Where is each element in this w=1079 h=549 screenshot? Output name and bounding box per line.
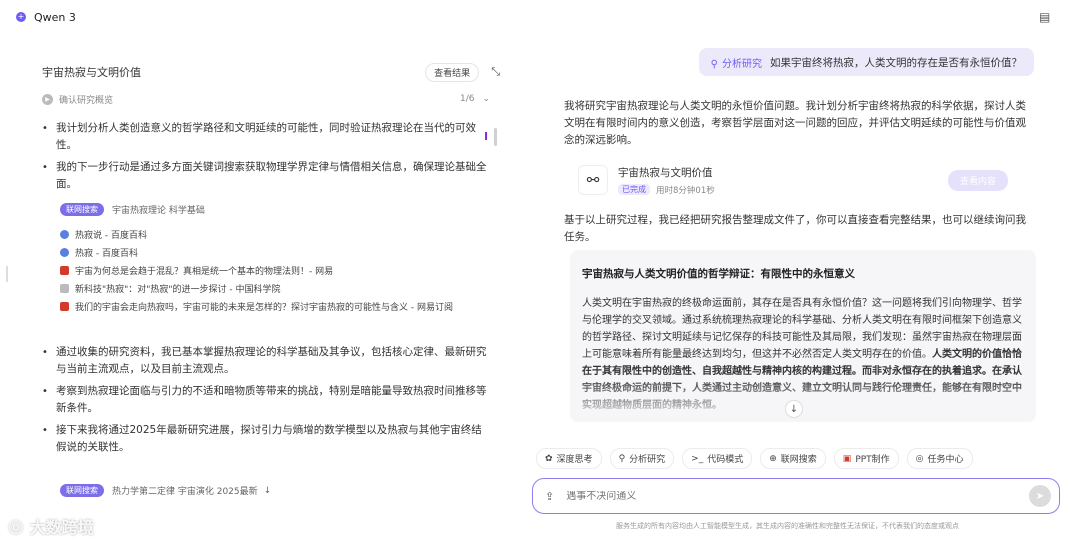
- view-result-button[interactable]: 查看结果: [425, 62, 480, 82]
- collapse-icon[interactable]: ⤡: [491, 65, 500, 79]
- view-content-button[interactable]: 查看内容: [947, 169, 1008, 191]
- chevron-down-icon[interactable]: ⌄: [482, 94, 490, 104]
- list-item: • 接下来我将通过2025年最新研究进展，探讨引力与熵增的数学模型以及热寂与其他宇…: [42, 424, 482, 453]
- research-title: 宇宙热寂与文明价值: [42, 66, 141, 79]
- slides-icon: ▣: [842, 453, 852, 464]
- list-item: • 通过收集的研究资料，我已基本掌握热寂理论的科学基础及其争议，包括核心定律、最新…: [42, 346, 487, 375]
- document-icon[interactable]: ▤: [1039, 10, 1053, 24]
- search-query: 热力学第二定律 宇宙演化 2025最新: [112, 487, 258, 497]
- terminal-icon: >_: [691, 453, 704, 464]
- research-mode-tag: ⚲ 分析研究: [710, 58, 762, 70]
- report-preview-title: 宇宙热寂与人类文明价值的哲学辩证：有限性中的永恒意义: [582, 268, 855, 280]
- plan-list: • 我计划分析人类创造意义的哲学路径和文明延续的可能性，同时验证热寂理论在当代的可…: [42, 120, 492, 198]
- list-item: • 我计划分析人类创造意义的哲学路径和文明延续的可能性，同时验证热寂理论在当代的可…: [42, 122, 476, 151]
- report-preview: 宇宙热寂与人类文明价值的哲学辩证：有限性中的永恒意义 人类文明在宇宙热寂的终极命…: [570, 250, 1036, 422]
- scrollbar[interactable]: [494, 128, 497, 146]
- assistant-message: 我将研究宇宙热寂理论与人类文明的永恒价值问题。我计划分析宇宙终将热寂的科学依据，…: [564, 100, 1026, 146]
- list-item: • 我的下一步行动是通过多方面关键词搜索获取物理学界定律与情借相关信息，确保理论基…: [42, 161, 487, 190]
- research-icon: ⚲: [618, 453, 626, 464]
- chat-input-box: ⇪ ➤: [532, 478, 1060, 514]
- findings-list: • 通过收集的研究资料，我已基本掌握热寂理论的科学基础及其争议，包括核心定律、最新…: [42, 344, 492, 461]
- chat-panel: ⚲ 分析研究 如果宇宙终将热寂，人类文明的存在是否有永恒价值？ 我将研究宇宙热寂理…: [530, 34, 1079, 549]
- source-link[interactable]: 宇宙为何总是会趋于混乱？真相是统一个基本的物理法则！- 网易: [60, 262, 480, 278]
- report-card-text: 宇宙热寂与文明价值 已完成 用时8分钟01秒: [618, 165, 948, 196]
- web-search-tag: 联网搜索: [60, 202, 104, 216]
- research-panel: 宇宙热寂与文明价值 查看结果 ⤡ ▶ 确认研究概览 1/6 ⌄ • 我计划分析人类…: [14, 44, 514, 549]
- send-button[interactable]: ➤: [1029, 485, 1051, 507]
- search-tag-row: 联网搜索 宇宙热寂理论 科学基础: [60, 202, 480, 216]
- upload-icon[interactable]: ⇪: [545, 490, 554, 503]
- source-link[interactable]: 热寂 - 百度百科: [60, 244, 480, 260]
- user-message: ⚲ 分析研究 如果宇宙终将热寂，人类文明的存在是否有永恒价值？: [698, 48, 1034, 76]
- chip-research[interactable]: ⚲ 分析研究: [609, 448, 675, 469]
- chip-ppt[interactable]: ▣ PPT制作: [833, 448, 899, 469]
- list-item: • 考察到热寂理论面临与引力的不适和暗物质等带来的挑战，特别是暗能量导致热寂时间推…: [42, 385, 487, 414]
- source-list: 热寂说 - 百度百科 热寂 - 百度百科 宇宙为何总是会趋于混乱？真相是统一个基…: [60, 226, 480, 314]
- pin-icon: [60, 301, 69, 311]
- scroll-down-button[interactable]: ↓: [785, 400, 803, 418]
- report-card[interactable]: ⚯ 宇宙热寂与文明价值 已完成 用时8分钟01秒 查看内容: [578, 160, 1008, 200]
- research-icon: ⚲: [710, 58, 718, 70]
- source-link[interactable]: 我们的宇宙会走向热寂吗，宇宙可能的未来是怎样的？探讨宇宙热寂的可能性与含义 - …: [60, 298, 480, 314]
- source-link[interactable]: 热寂说 - 百度百科: [60, 226, 480, 242]
- user-message-text: 如果宇宙终将热寂，人类文明的存在是否有永恒价值？: [770, 56, 1022, 69]
- chip-web-search[interactable]: ⊕ 联网搜索: [760, 448, 826, 469]
- chat-input[interactable]: [566, 490, 1029, 502]
- app-name: Qwen 3: [34, 10, 76, 24]
- source-link[interactable]: 新科技"热寂"：对"热寂"的进一步探讨 - 中国科学院: [60, 280, 480, 296]
- web-search-block: 联网搜索 宇宙热寂理论 科学基础 热寂说 - 百度百科 热寂 - 百度百科 宇宙…: [60, 202, 480, 316]
- confirm-overview-row[interactable]: ▶ 确认研究概览 1/6 ⌄: [42, 91, 490, 107]
- assistant-followup: 基于以上研究过程，我已经把研究报告整理成文件了，你可以直接查看完整结果，也可以继…: [564, 214, 1026, 243]
- watermark-logo-icon: ◎: [8, 515, 24, 537]
- top-bar: + Qwen 3 ▤: [0, 0, 1079, 34]
- report-meta: 已完成 用时8分钟01秒: [618, 184, 948, 196]
- web-search-tag: 联网搜索: [60, 484, 104, 497]
- tool-chips: ✿ 深度思考 ⚲ 分析研究 >_ 代码模式 ⊕ 联网搜索 ▣ PPT制作 ◎ 任务中心: [536, 448, 973, 469]
- confirm-overview-label: 确认研究概览: [59, 95, 114, 106]
- watermark: ◎ 大数跨境: [8, 515, 94, 538]
- disclaimer: 服务生成的所有内容均由人工智能模型生成，其生成内容的准确性和完整性无法保证，不代…: [616, 522, 959, 530]
- pin-icon: [60, 265, 69, 275]
- globe-icon: [60, 247, 69, 257]
- elapsed-time: 用时8分钟01秒: [656, 185, 715, 196]
- share-icon: ⚯: [578, 165, 608, 195]
- chip-task-center[interactable]: ◎ 任务中心: [906, 448, 973, 469]
- search-query: 宇宙热寂理论 科学基础: [112, 205, 205, 216]
- globe-icon: ⊕: [769, 453, 777, 464]
- preview-fade: [570, 376, 1036, 422]
- globe-icon: [60, 229, 69, 239]
- report-title: 宇宙热寂与文明价值: [618, 166, 713, 179]
- panel-resize-handle[interactable]: [6, 266, 8, 282]
- chip-code-mode[interactable]: >_ 代码模式: [682, 448, 753, 469]
- play-icon: ▶: [42, 93, 53, 105]
- chip-deep-thinking[interactable]: ✿ 深度思考: [536, 448, 602, 469]
- research-header: 宇宙热寂与文明价值 查看结果 ⤡: [42, 62, 500, 82]
- step-counter: 1/6: [459, 94, 475, 104]
- link-icon: [60, 283, 69, 293]
- arrow-down-icon[interactable]: ↓: [264, 486, 272, 496]
- status-badge: 已完成: [618, 184, 650, 195]
- text-cursor-icon: I: [484, 130, 489, 143]
- web-search-row: 联网搜索 热力学第二定律 宇宙演化 2025最新 ↓: [60, 484, 271, 497]
- qwen-logo-icon: +: [16, 12, 26, 22]
- think-icon: ✿: [545, 453, 553, 464]
- task-icon: ◎: [915, 453, 924, 464]
